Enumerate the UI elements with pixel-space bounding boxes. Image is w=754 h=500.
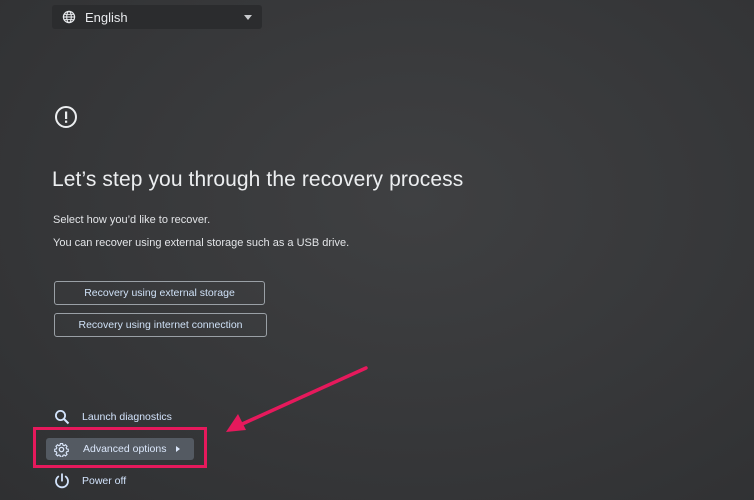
power-icon: [54, 473, 70, 489]
recovery-external-storage-button[interactable]: Recovery using external storage: [54, 281, 265, 305]
search-icon: [54, 409, 70, 425]
caret-right-icon: [176, 446, 180, 452]
launch-diagnostics-label: Launch diagnostics: [82, 411, 172, 423]
caret-down-icon: [244, 14, 252, 20]
globe-icon: [62, 10, 76, 24]
page-title: Let’s step you through the recovery proc…: [52, 168, 464, 191]
exclamation-circle-icon: [54, 105, 78, 129]
advanced-options-label: Advanced options: [83, 443, 167, 455]
instruction-text: Select how you’d like to recover.: [53, 214, 211, 226]
power-off-button[interactable]: Power off: [54, 473, 126, 489]
gear-icon: [54, 442, 69, 457]
annotation-arrow: [226, 366, 368, 432]
power-off-label: Power off: [82, 475, 127, 487]
advanced-options-button[interactable]: Advanced options: [46, 438, 194, 460]
launch-diagnostics-button[interactable]: Launch diagnostics: [54, 409, 172, 425]
recovery-internet-connection-button[interactable]: Recovery using internet connection: [54, 313, 267, 337]
instruction-subtext: You can recover using external storage s…: [53, 237, 350, 249]
language-dropdown[interactable]: English: [52, 5, 262, 29]
language-value: English: [85, 9, 128, 25]
